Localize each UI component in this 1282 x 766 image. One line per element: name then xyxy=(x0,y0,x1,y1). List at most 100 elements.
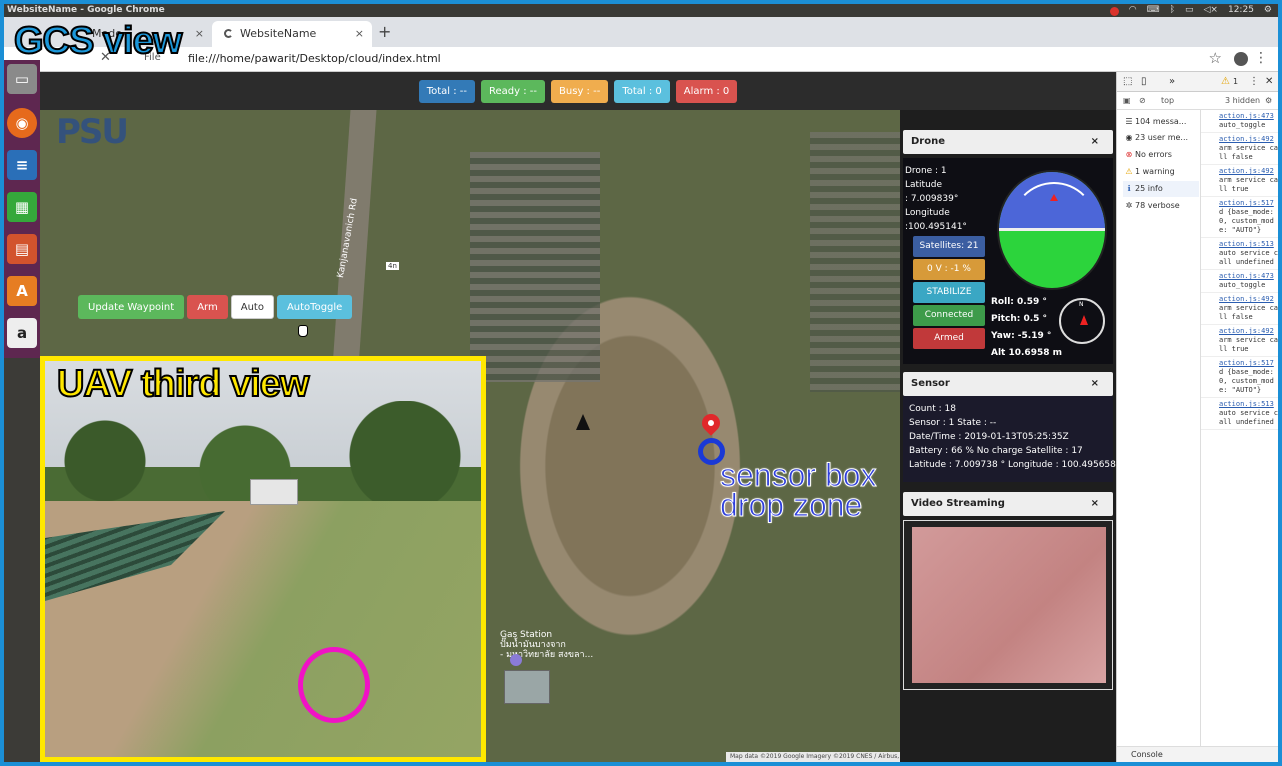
console-log[interactable]: action.js:473 auto_toggle action.js:492 arm… xyxy=(1201,110,1278,730)
drone-panel-body: Drone : 1 Latitude : 7.009839° Longitude… xyxy=(903,158,1113,364)
longitude-label: Longitude xyxy=(905,208,950,218)
log-source-link[interactable]: action.js:513 xyxy=(1219,400,1278,409)
video-stream[interactable] xyxy=(903,520,1113,690)
busy-badge[interactable]: Busy : -- xyxy=(551,80,609,103)
longitude-value: :100.495141° xyxy=(905,222,967,232)
log-source-link[interactable]: action.js:492 xyxy=(1219,135,1278,144)
video-panel-header[interactable]: Video Streaming × xyxy=(903,492,1113,516)
impress-icon[interactable]: ▤ xyxy=(7,234,37,264)
inspect-icon[interactable]: ⬚ xyxy=(1123,76,1132,87)
keyboard-icon[interactable]: ⌨ xyxy=(1147,4,1160,17)
drone-panel-title: Drone xyxy=(911,136,946,147)
calc-icon[interactable]: ▦ xyxy=(7,192,37,222)
autotoggle-button[interactable]: AutoToggle xyxy=(276,295,353,319)
filter-info[interactable]: ℹ 25 info xyxy=(1123,181,1199,197)
url-input[interactable]: file:///home/pawarit/Desktop/cloud/index… xyxy=(188,52,441,65)
log-source-link[interactable]: action.js:492 xyxy=(1219,327,1278,336)
log-source-link[interactable]: action.js:473 xyxy=(1219,272,1278,281)
drop-zone-line2: drop zone xyxy=(720,487,863,523)
firefox-icon[interactable]: ◉ xyxy=(7,108,37,138)
browser-menu-icon[interactable]: ⋮ xyxy=(1254,50,1268,66)
total-badge[interactable]: Total : -- xyxy=(418,80,476,103)
log-message: arm service call true xyxy=(1219,336,1278,353)
console-log-entry: action.js:517 d {base_mode: 0, custom_mod… xyxy=(1201,357,1278,398)
log-source-link[interactable]: action.js:513 xyxy=(1219,240,1278,249)
log-message: arm service call false xyxy=(1219,144,1278,161)
gas-station-building xyxy=(504,670,550,704)
arm-button[interactable]: Arm xyxy=(187,295,228,319)
console-settings-icon[interactable]: ⚙ xyxy=(1265,96,1272,105)
hidden-count: 3 hidden xyxy=(1225,96,1261,105)
amazon-icon[interactable]: a xyxy=(7,318,37,348)
auto-button[interactable]: Auto xyxy=(230,295,274,319)
close-tab-icon[interactable]: × xyxy=(195,21,204,47)
log-source-link[interactable]: action.js:517 xyxy=(1219,199,1278,208)
address-bar: ✕ File file:///home/pawarit/Desktop/clou… xyxy=(4,47,1278,72)
clear-console-icon[interactable]: ⊘ xyxy=(1139,96,1146,105)
filter-messages[interactable]: ☰ 104 messa... xyxy=(1123,114,1186,130)
video-panel-title: Video Streaming xyxy=(911,498,1005,509)
sensor-state: Sensor : 1 State : -- xyxy=(909,418,997,428)
bluetooth-icon[interactable]: ᛒ xyxy=(1170,4,1175,17)
console-log-entry: action.js:473 auto_toggle xyxy=(1201,270,1278,293)
context-select[interactable]: top xyxy=(1161,96,1174,105)
drone-arrow-icon[interactable] xyxy=(576,414,590,430)
ready-badge[interactable]: Ready : -- xyxy=(481,80,546,103)
sensor-panel-title: Sensor xyxy=(911,378,950,389)
close-icon[interactable]: × xyxy=(1091,130,1099,154)
compass-icon: N xyxy=(1059,298,1105,344)
device-toolbar-icon[interactable]: ▯ xyxy=(1141,76,1147,87)
console-log-entry: action.js:517 d {base_mode: 0, custom_mod… xyxy=(1201,197,1278,238)
filter-errors[interactable]: ⊗ No errors xyxy=(1123,147,1172,163)
wifi-icon[interactable]: ◠ xyxy=(1129,4,1137,17)
latitude-value: : 7.009839° xyxy=(905,194,959,204)
warning-icon[interactable]: ⚠ xyxy=(1221,76,1230,87)
console-drawer-tab[interactable]: Console xyxy=(1117,746,1278,762)
pitch-value: Pitch: 0.5 ° xyxy=(991,314,1048,324)
clock[interactable]: 12:25 xyxy=(1228,4,1254,17)
filter-verbose[interactable]: ✲ 78 verbose xyxy=(1123,198,1180,214)
log-source-link[interactable]: action.js:492 xyxy=(1219,295,1278,304)
filter-warnings[interactable]: ⚠ 1 warning xyxy=(1123,164,1174,180)
more-tabs-icon[interactable]: » xyxy=(1169,76,1175,87)
volume-icon[interactable]: ◁× xyxy=(1204,4,1218,17)
gas-station-pin-icon[interactable] xyxy=(510,654,522,666)
road-sign: 4n xyxy=(386,262,399,270)
log-source-link[interactable]: action.js:492 xyxy=(1219,167,1278,176)
sensor-panel-header[interactable]: Sensor × xyxy=(903,372,1113,396)
update-waypoint-button[interactable]: Update Waypoint xyxy=(78,295,185,319)
bookmark-star-icon[interactable]: ☆ xyxy=(1209,49,1222,67)
devtools-menu-icon[interactable]: ⋮ xyxy=(1249,76,1259,87)
log-message: d {base_mode: 0, custom_mode: "AUTO"} xyxy=(1219,368,1274,394)
close-icon[interactable]: × xyxy=(1091,492,1099,516)
new-tab-button[interactable]: + xyxy=(378,22,391,41)
total-sensor-badge[interactable]: Total : 0 xyxy=(614,80,670,103)
satellites-status: Satellites: 21 xyxy=(913,236,985,257)
battery-icon[interactable]: ▭ xyxy=(1185,4,1194,17)
files-icon[interactable]: ▭ xyxy=(7,64,37,94)
software-center-icon[interactable]: A xyxy=(7,276,37,306)
mode-status: STABILIZE xyxy=(913,282,985,303)
drone-panel-header[interactable]: Drone × xyxy=(903,130,1113,154)
attitude-pointer-icon xyxy=(1050,194,1058,201)
filter-user-messages[interactable]: ◉ 23 user me... xyxy=(1123,130,1189,146)
alarm-badge[interactable]: Alarm : 0 xyxy=(675,80,738,103)
sensor-battery: Battery : 66 % No charge Satellite : 17 xyxy=(909,446,1083,456)
attitude-values: Roll: 0.59 ° Pitch: 0.5 ° Yaw: -5.19 ° A… xyxy=(991,294,1062,362)
drop-target-circle xyxy=(298,647,370,723)
record-icon[interactable] xyxy=(1109,7,1119,16)
close-tab-icon[interactable]: × xyxy=(355,21,364,47)
settings-gear-icon[interactable]: ⚙ xyxy=(1264,4,1272,17)
tab-websitename[interactable]: WebsiteName × xyxy=(212,21,372,47)
writer-icon[interactable]: ≡ xyxy=(7,150,37,180)
console-log-entry: action.js:513 auto service call undefined xyxy=(1201,238,1278,270)
log-message: auto service call undefined xyxy=(1219,409,1278,426)
sidebar-toggle-icon[interactable]: ▣ xyxy=(1123,96,1131,105)
log-source-link[interactable]: action.js:473 xyxy=(1219,112,1278,121)
log-source-link[interactable]: action.js:517 xyxy=(1219,359,1278,368)
profile-avatar[interactable] xyxy=(1234,52,1248,66)
close-icon[interactable]: ✕ xyxy=(1265,76,1273,87)
console-log-entry: action.js:492 arm service call false xyxy=(1201,293,1278,325)
close-icon[interactable]: × xyxy=(1091,372,1099,396)
log-message: arm service call true xyxy=(1219,176,1278,193)
